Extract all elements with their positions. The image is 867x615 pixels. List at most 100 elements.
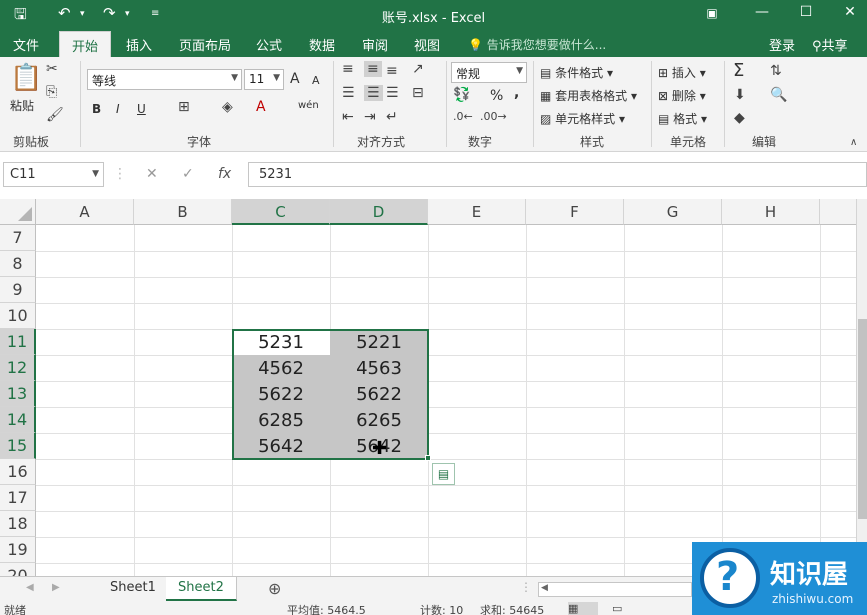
cell-c12[interactable]: 4562	[232, 355, 330, 381]
fill-color-icon[interactable]: ◈	[222, 99, 233, 115]
sheet-tab-sheet1[interactable]: Sheet1	[98, 577, 169, 601]
percent-button[interactable]: %	[490, 88, 503, 104]
row-header[interactable]: 16	[0, 459, 36, 485]
fill-icon[interactable]: ⬇	[734, 87, 746, 103]
align-bottom-icon[interactable]: ≡	[386, 63, 398, 79]
tab-review[interactable]: 审阅	[362, 35, 388, 54]
cancel-icon[interactable]: ✕	[146, 166, 158, 182]
row-header[interactable]: 19	[0, 537, 36, 563]
font-color-icon[interactable]: A	[256, 99, 266, 115]
column-header[interactable]: E	[428, 199, 526, 225]
scroll-left-icon[interactable]: ◀	[26, 582, 34, 593]
align-center-icon[interactable]: ☰	[364, 85, 383, 101]
merge-center-icon[interactable]: ⊟	[412, 85, 424, 101]
login-link[interactable]: 登录	[769, 35, 795, 54]
comma-button[interactable]: ,	[514, 85, 519, 101]
row-header[interactable]: 20	[0, 563, 36, 576]
delete-cells-button[interactable]: ⊠ 删除 ▾	[658, 87, 706, 104]
column-header[interactable]: D	[330, 199, 428, 225]
share-button[interactable]: ⚲共享	[812, 35, 848, 54]
tab-page-layout[interactable]: 页面布局	[179, 35, 231, 54]
shrink-font-button[interactable]: A	[312, 74, 320, 87]
tab-file[interactable]: 文件	[13, 35, 39, 54]
decrease-indent-icon[interactable]: ⇤	[342, 109, 354, 125]
horizontal-scrollbar[interactable]: ◀	[538, 582, 692, 597]
wrap-text-icon[interactable]: ↵	[386, 109, 398, 125]
new-sheet-icon[interactable]: ⊕	[268, 579, 281, 598]
row-header[interactable]: 10	[0, 303, 36, 329]
bold-button[interactable]: B	[92, 102, 101, 116]
cell-c13[interactable]: 5622	[232, 381, 330, 407]
cell-d14[interactable]: 6265	[330, 407, 428, 433]
sheet-tab-sheet2[interactable]: Sheet2	[166, 577, 237, 601]
tab-home[interactable]: 开始	[59, 31, 112, 57]
italic-button[interactable]: I	[116, 102, 120, 116]
column-header[interactable]: G	[624, 199, 722, 225]
collapse-ribbon-icon[interactable]: ∧	[850, 137, 857, 148]
cell-d12[interactable]: 4563	[330, 355, 428, 381]
column-header[interactable]: F	[526, 199, 624, 225]
name-box[interactable]: C11 ▼	[3, 162, 104, 187]
cell-styles-button[interactable]: ▨ 单元格样式 ▾	[540, 110, 625, 127]
align-middle-icon[interactable]: ≡	[364, 61, 382, 77]
column-header[interactable]: A	[36, 199, 134, 225]
enter-icon[interactable]: ✓	[182, 166, 194, 182]
cell-d11[interactable]: 5221	[330, 329, 428, 355]
formula-input[interactable]: 5231	[248, 162, 867, 187]
vertical-scrollbar[interactable]	[856, 199, 867, 576]
format-cells-button[interactable]: ▤ 格式 ▾	[658, 110, 707, 127]
tell-me-box[interactable]: 💡 告诉我您想要做什么...	[468, 36, 606, 53]
row-header[interactable]: 9	[0, 277, 36, 303]
fill-handle[interactable]	[425, 455, 431, 461]
row-header[interactable]: 12	[0, 355, 36, 381]
copy-icon[interactable]: ⎘	[46, 84, 57, 100]
tab-view[interactable]: 视图	[414, 35, 440, 54]
text-orientation-icon[interactable]: ↗	[412, 61, 424, 77]
row-header[interactable]: 18	[0, 511, 36, 537]
page-layout-view-icon[interactable]: ▭	[612, 602, 622, 615]
autosum-button[interactable]: Σ	[733, 60, 744, 81]
decrease-decimal-icon[interactable]: .00→	[480, 110, 507, 123]
increase-indent-icon[interactable]: ⇥	[364, 109, 376, 125]
close-button[interactable]: ✕	[840, 4, 860, 20]
tab-data[interactable]: 数据	[309, 35, 335, 54]
conditional-formatting-button[interactable]: ▤ 条件格式 ▾	[540, 64, 613, 81]
row-header[interactable]: 14	[0, 407, 36, 433]
borders-icon[interactable]: ⊞	[178, 99, 190, 115]
increase-decimal-icon[interactable]: .0←	[453, 110, 473, 123]
column-header[interactable]: B	[134, 199, 232, 225]
ribbon-display-options-button[interactable]: ▣	[702, 6, 722, 20]
normal-view-button[interactable]: ▦	[568, 602, 598, 615]
cut-icon[interactable]: ✂	[46, 61, 58, 77]
phonetic-button[interactable]: wén	[298, 100, 319, 111]
align-right-icon[interactable]: ☰	[386, 85, 399, 101]
cell-d13[interactable]: 5622	[330, 381, 428, 407]
currency-format-icon[interactable]: 💱	[453, 87, 470, 103]
insert-function-icon[interactable]: fx	[218, 166, 231, 182]
underline-button[interactable]: U	[137, 102, 146, 116]
font-size-select[interactable]: 11 ▼	[244, 69, 284, 90]
column-header[interactable]: C	[232, 199, 330, 225]
tab-insert[interactable]: 插入	[126, 35, 152, 54]
quick-analysis-button[interactable]: ▤	[432, 463, 455, 485]
scroll-left-icon[interactable]: ◀	[541, 583, 548, 593]
row-header[interactable]: 7	[0, 225, 36, 251]
sort-filter-icon[interactable]: ⇅	[770, 63, 782, 79]
restore-button[interactable]: ☐	[796, 4, 816, 20]
column-header[interactable]: H	[722, 199, 820, 225]
row-header[interactable]: 11	[0, 329, 36, 355]
select-all-button[interactable]	[0, 199, 36, 225]
row-header[interactable]: 17	[0, 485, 36, 511]
row-header[interactable]: 15	[0, 433, 36, 459]
cell-c15[interactable]: 5642	[232, 433, 330, 459]
font-name-select[interactable]: 等线 ▼	[87, 69, 242, 90]
column-header[interactable]	[820, 199, 856, 225]
row-header[interactable]: 8	[0, 251, 36, 277]
insert-cells-button[interactable]: ⊞ 插入 ▾	[658, 64, 706, 81]
worksheet-grid[interactable]: A B C D E F G H 7 8 9 10 11 12 13 14 15 …	[0, 199, 856, 576]
align-left-icon[interactable]: ☰	[342, 85, 355, 101]
row-header[interactable]: 13	[0, 381, 36, 407]
format-painter-icon[interactable]: 🖌	[46, 107, 64, 123]
tab-formulas[interactable]: 公式	[256, 35, 282, 54]
paste-button[interactable]: 粘贴	[10, 97, 34, 114]
